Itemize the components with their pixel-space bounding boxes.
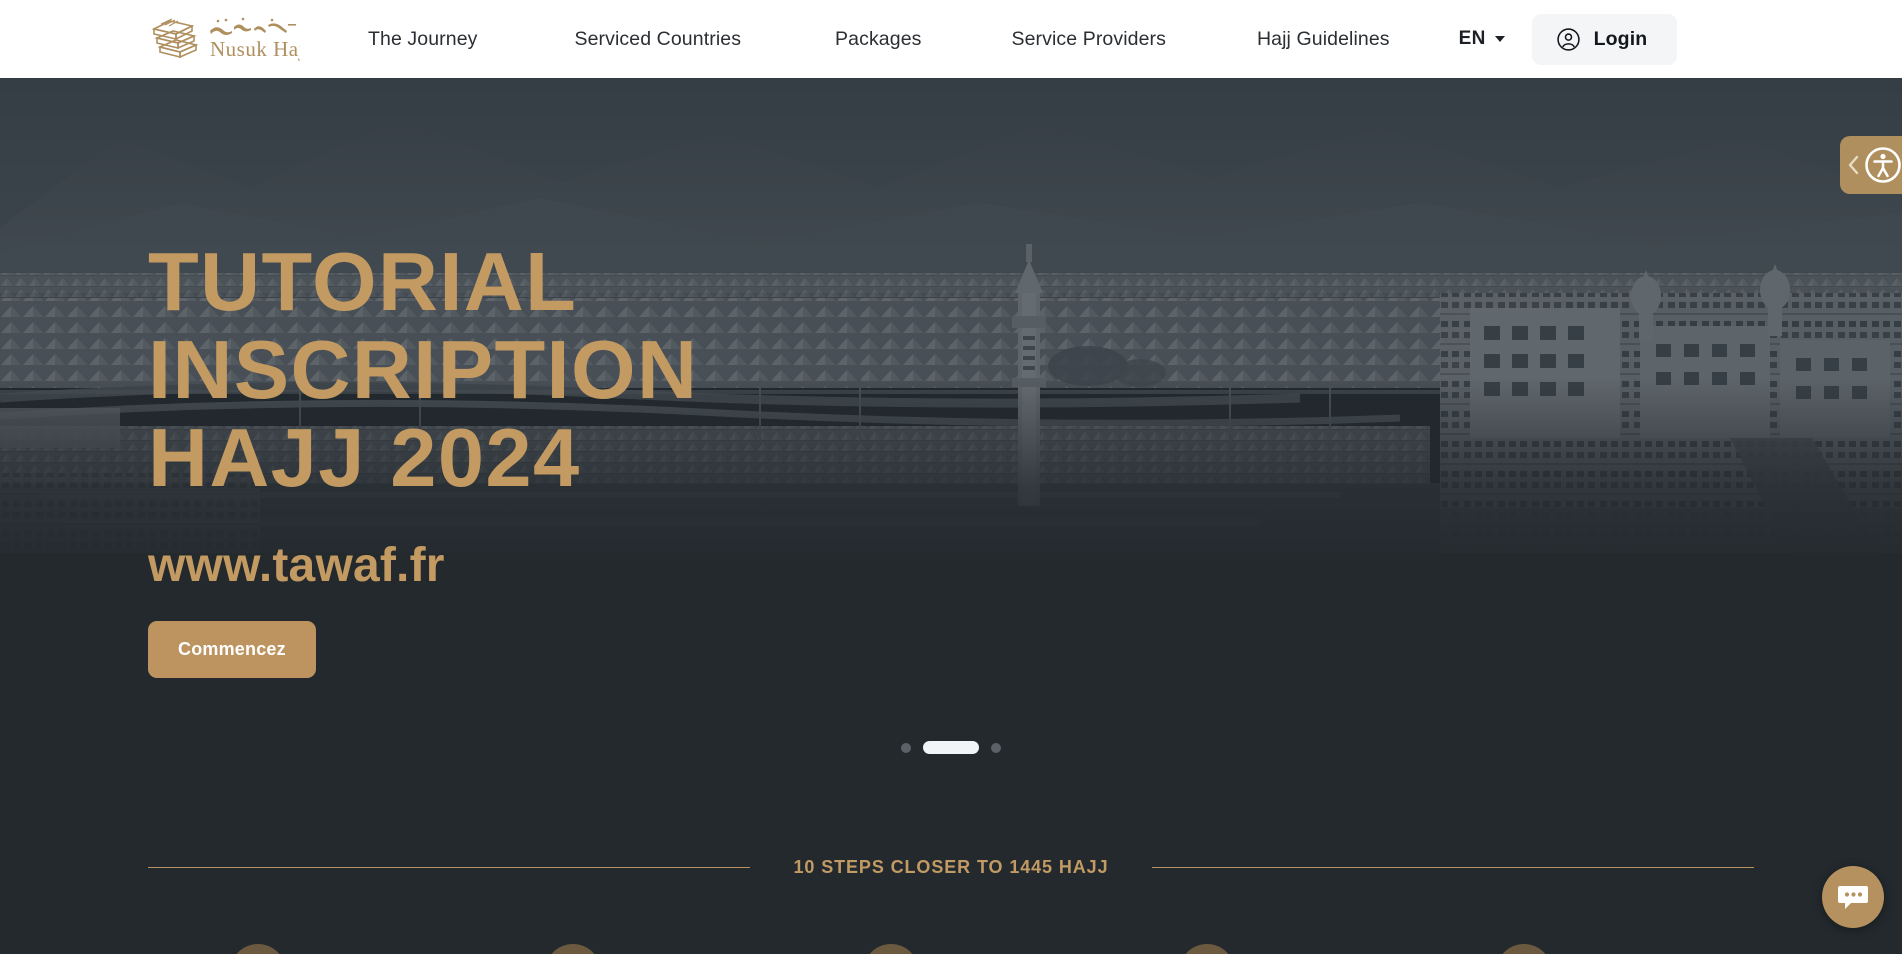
chevron-down-icon: [1494, 36, 1505, 42]
kaaba-stack-icon: Nusuk Hajj: [151, 17, 300, 61]
accessibility-widget[interactable]: [1840, 136, 1902, 194]
steps-section: 10 STEPS CLOSER TO 1445 HAJJ: [0, 825, 1902, 954]
chat-bubble-icon: [1838, 886, 1868, 909]
steps-circles-row: [0, 944, 1902, 954]
nav-the-journey[interactable]: The Journey: [368, 28, 478, 51]
divider-right: [1152, 867, 1754, 868]
chevron-left-icon: [1848, 155, 1859, 175]
carousel-dot-2[interactable]: [923, 741, 979, 754]
hero-title: TUTORIAL INSCRIPTION HAJJ 2024: [148, 238, 698, 502]
nav-packages[interactable]: Packages: [835, 28, 921, 51]
nav-service-providers[interactable]: Service Providers: [1011, 28, 1166, 51]
hero-title-line-1: TUTORIAL: [148, 235, 578, 328]
language-code: EN: [1458, 28, 1486, 49]
login-button[interactable]: Login: [1531, 13, 1678, 65]
logo-nusuk-hajj[interactable]: Nusuk Hajj: [148, 15, 300, 63]
user-circle-icon: [1556, 27, 1580, 51]
accessibility-icon: [1865, 147, 1901, 183]
svg-text:Nusuk Hajj: Nusuk Hajj: [210, 37, 300, 61]
steps-heading-row: 10 STEPS CLOSER TO 1445 HAJJ: [0, 857, 1902, 878]
hero-title-line-3: HAJJ 2024: [148, 410, 581, 504]
carousel-dot-3[interactable]: [991, 742, 1001, 753]
hero-carousel: TUTORIAL INSCRIPTION HAJJ 2024 www.tawaf…: [0, 78, 1902, 825]
step-circle-3[interactable]: [863, 944, 919, 954]
hero-content: TUTORIAL INSCRIPTION HAJJ 2024 www.tawaf…: [148, 238, 698, 678]
language-selector[interactable]: EN: [1459, 28, 1505, 50]
main-navigation: The Journey Serviced Countries Packages …: [300, 13, 1902, 65]
steps-title: 10 STEPS CLOSER TO 1445 HAJJ: [793, 857, 1109, 877]
hero-title-line-2: INSCRIPTION: [148, 322, 699, 416]
nav-serviced-countries[interactable]: Serviced Countries: [575, 28, 742, 51]
nav-hajj-guidelines[interactable]: Hajj Guidelines: [1257, 28, 1390, 51]
carousel-indicators: [0, 741, 1902, 754]
step-circle-5[interactable]: [1496, 944, 1552, 954]
chat-widget-button[interactable]: [1822, 866, 1884, 928]
site-header: Nusuk Hajj The Journey Serviced Countrie…: [0, 0, 1902, 78]
step-circle-4[interactable]: [1179, 944, 1235, 954]
divider-left: [148, 867, 750, 868]
hero-url: www.tawaf.fr: [148, 538, 445, 592]
login-label: Login: [1593, 27, 1648, 50]
step-circle-1[interactable]: [230, 944, 286, 954]
carousel-dot-1[interactable]: [901, 742, 911, 753]
step-circle-2[interactable]: [545, 944, 601, 954]
hero-cta-button[interactable]: Commencez: [148, 620, 316, 678]
